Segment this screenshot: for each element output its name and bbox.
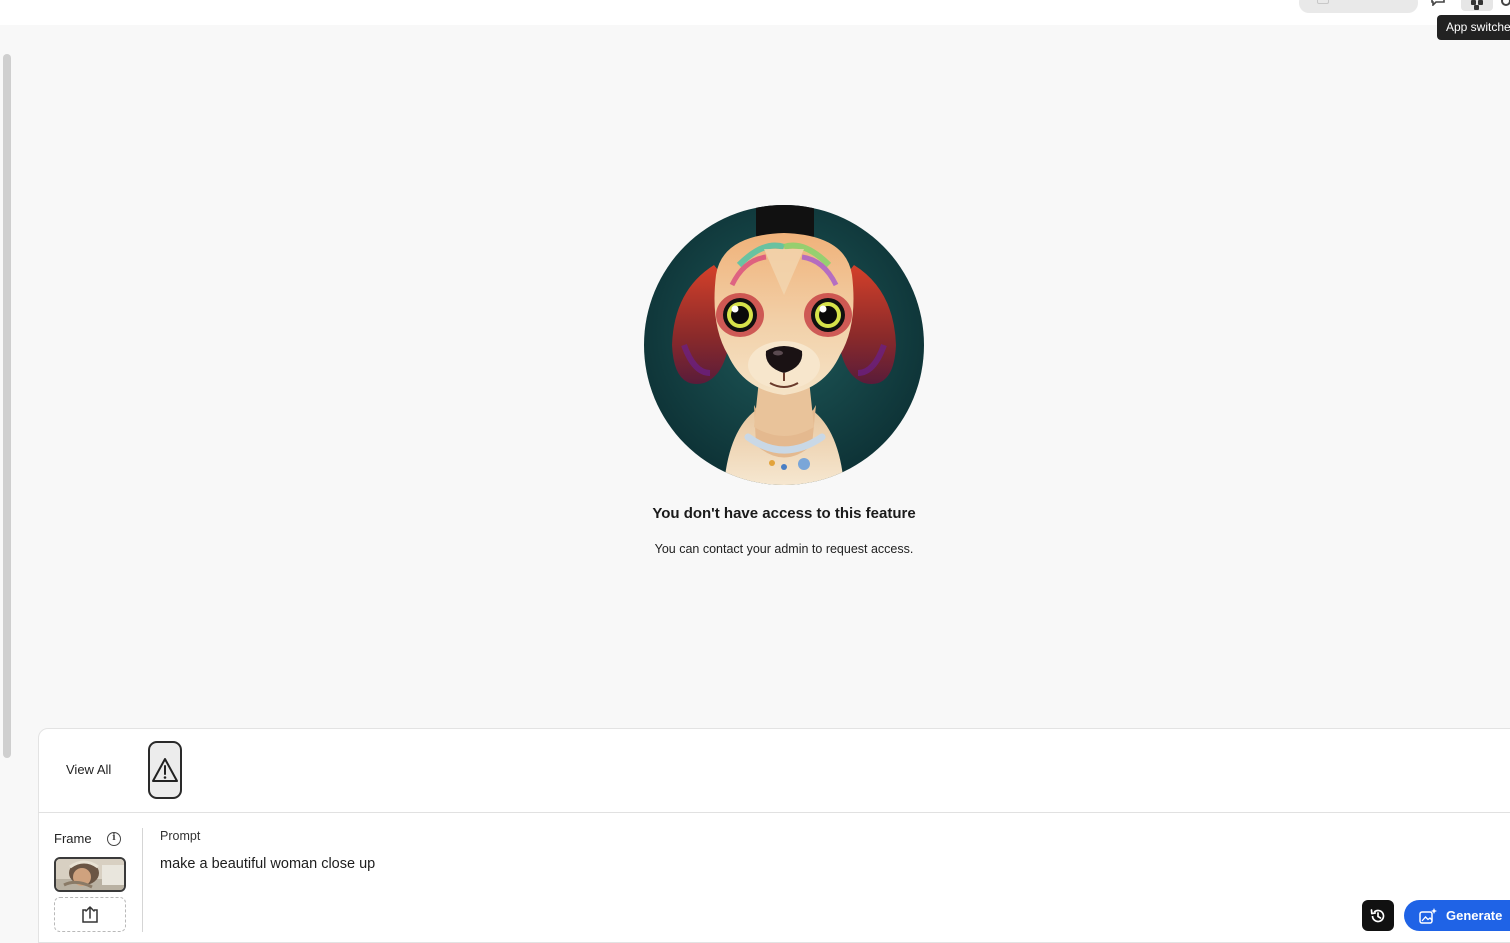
generate-label: Generate xyxy=(1446,908,1503,923)
chat-icon[interactable] xyxy=(1430,0,1446,6)
panel-divider xyxy=(38,812,1510,813)
page-title: You don't have access to this feature xyxy=(652,505,916,522)
sparkle-image-icon xyxy=(1419,907,1437,924)
frame-thumbnail[interactable] xyxy=(54,857,126,892)
top-pill-button[interactable] xyxy=(1299,0,1418,13)
upload-icon xyxy=(82,905,98,923)
prompt-input[interactable] xyxy=(160,852,1310,876)
frame-label: Frame xyxy=(54,831,92,846)
history-icon xyxy=(1370,908,1385,922)
generate-button[interactable]: Generate xyxy=(1404,900,1510,931)
app-switcher-button[interactable] xyxy=(1461,0,1493,11)
page-subtitle: You can contact your admin to request ac… xyxy=(654,542,914,556)
warning-thumbnail-button[interactable] xyxy=(148,741,182,799)
view-all-link[interactable]: View All xyxy=(66,762,111,777)
pill-icon xyxy=(1317,0,1329,4)
vertical-divider xyxy=(142,828,143,932)
generation-panel xyxy=(38,728,1510,943)
frame-image xyxy=(56,859,124,890)
top-bar xyxy=(0,0,1510,25)
warning-icon xyxy=(152,758,178,782)
user-icon[interactable] xyxy=(1501,0,1510,6)
upload-frame-button[interactable] xyxy=(54,897,126,932)
info-icon[interactable]: i xyxy=(107,832,121,846)
prompt-label: Prompt xyxy=(160,829,201,843)
app-switcher-tooltip: App switcher xyxy=(1437,15,1510,40)
history-button[interactable] xyxy=(1362,900,1394,931)
no-access-illustration xyxy=(644,205,924,485)
scrollbar-thumb[interactable] xyxy=(3,54,11,758)
